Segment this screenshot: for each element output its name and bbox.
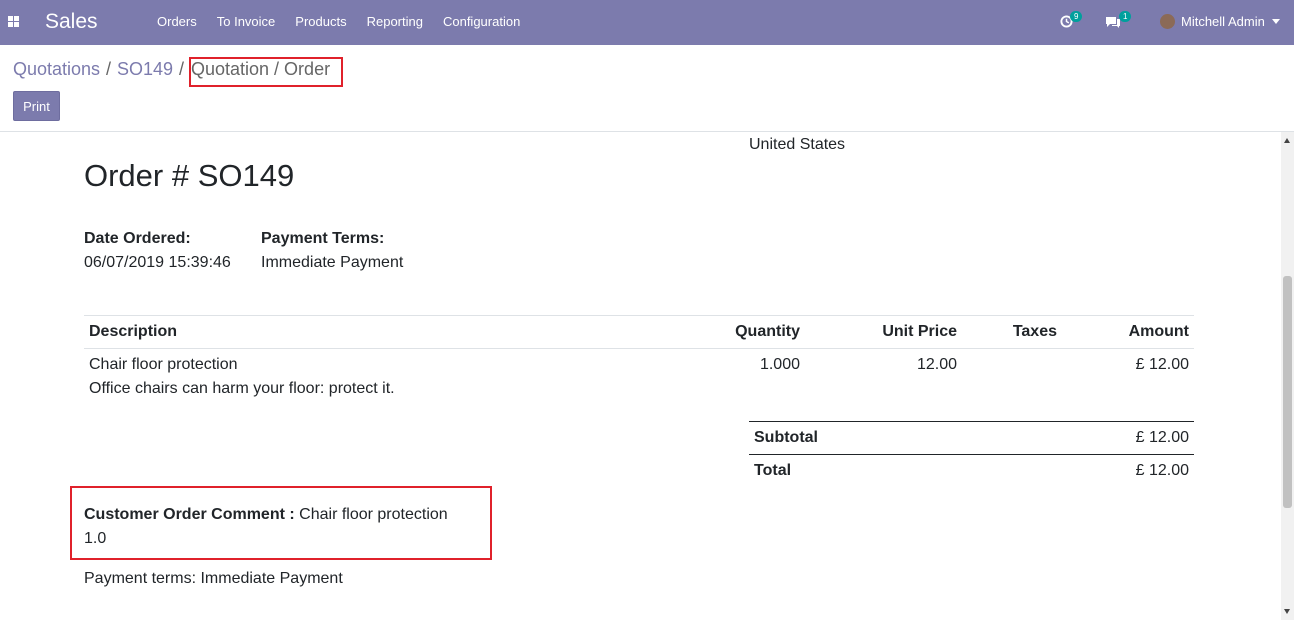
col-amount: Amount <box>1128 323 1189 340</box>
caret-down-icon[interactable] <box>1272 19 1280 24</box>
line-unit-price: 12.00 <box>916 356 957 373</box>
customer-order-comment: Customer Order Comment : Chair floor pro… <box>84 506 448 524</box>
user-avatar[interactable] <box>1160 14 1175 29</box>
scrollbar-thumb[interactable] <box>1283 276 1292 508</box>
messages-badge: 1 <box>1119 11 1132 22</box>
col-description: Description <box>89 323 178 340</box>
date-ordered-label: Date Ordered: <box>84 230 191 247</box>
menu-to-invoice[interactable]: To Invoice <box>217 14 276 29</box>
app-name[interactable]: Sales <box>45 10 98 34</box>
line-amount: £ 12.00 <box>1135 356 1189 373</box>
line-product-description: Office chairs can harm your floor: prote… <box>89 380 395 397</box>
main-menu: Orders To Invoice Products Reporting Con… <box>147 14 530 29</box>
breadcrumb-quotations[interactable]: Quotations <box>13 59 100 80</box>
menu-configuration[interactable]: Configuration <box>443 14 520 29</box>
table-top-border <box>84 315 1194 316</box>
scroll-down-icon[interactable] <box>1284 609 1290 614</box>
col-quantity: Quantity <box>735 323 800 340</box>
top-navbar: Sales Orders To Invoice Products Reporti… <box>0 0 1294 45</box>
table-header-border <box>84 348 1194 349</box>
payment-terms-value: Immediate Payment <box>261 254 404 271</box>
scroll-up-icon[interactable] <box>1284 138 1290 143</box>
line-product-name: Chair floor protection <box>89 356 238 373</box>
user-menu[interactable]: Mitchell Admin <box>1181 14 1265 29</box>
activity-badge: 9 <box>1070 11 1083 22</box>
payment-terms-note: Payment terms: Immediate Payment <box>84 570 343 587</box>
total-border <box>749 454 1194 455</box>
comment-value: Chair floor protection <box>299 506 448 523</box>
comment-label: Customer Order Comment : <box>84 506 295 523</box>
order-title: Order # SO149 <box>84 158 295 193</box>
total-value: £ 12.00 <box>1135 462 1189 479</box>
menu-reporting[interactable]: Reporting <box>367 14 423 29</box>
col-taxes: Taxes <box>1012 323 1057 340</box>
breadcrumb-separator: / <box>179 59 185 79</box>
total-label: Total <box>754 462 792 479</box>
menu-products[interactable]: Products <box>295 14 346 29</box>
payment-terms-label: Payment Terms: <box>261 230 385 247</box>
menu-orders[interactable]: Orders <box>157 14 197 29</box>
highlight-box-breadcrumb <box>189 57 343 87</box>
print-button[interactable]: Print <box>13 91 60 121</box>
control-panel-divider <box>0 131 1294 132</box>
address-country: United States <box>749 136 846 153</box>
comment-line-2: 1.0 <box>84 530 107 547</box>
subtotal-label: Subtotal <box>754 429 818 446</box>
line-quantity: 1.000 <box>759 356 800 373</box>
date-ordered-value: 06/07/2019 15:39:46 <box>84 254 231 271</box>
breadcrumb-so149[interactable]: SO149 <box>117 59 173 80</box>
col-unit-price: Unit Price <box>882 323 957 340</box>
breadcrumb-separator: / <box>106 59 112 79</box>
apps-menu-icon[interactable] <box>8 16 19 27</box>
subtotal-border <box>749 421 1194 422</box>
subtotal-value: £ 12.00 <box>1135 429 1189 446</box>
